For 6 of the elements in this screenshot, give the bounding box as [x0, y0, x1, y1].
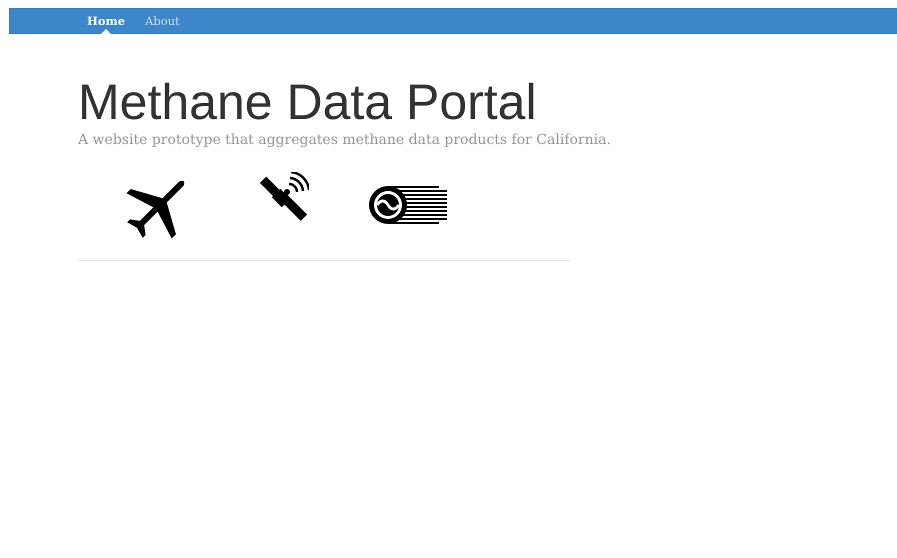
- nav-tab[interactable]: About: [137, 8, 188, 34]
- nav-tab[interactable]: Home: [79, 8, 134, 34]
- page-title: Methane Data Portal: [78, 74, 538, 130]
- sensor-icon[interactable]: [369, 184, 447, 226]
- satellite-icon[interactable]: [259, 172, 309, 224]
- page-subtitle: A website prototype that aggregates methane data products for California.: [78, 132, 612, 148]
